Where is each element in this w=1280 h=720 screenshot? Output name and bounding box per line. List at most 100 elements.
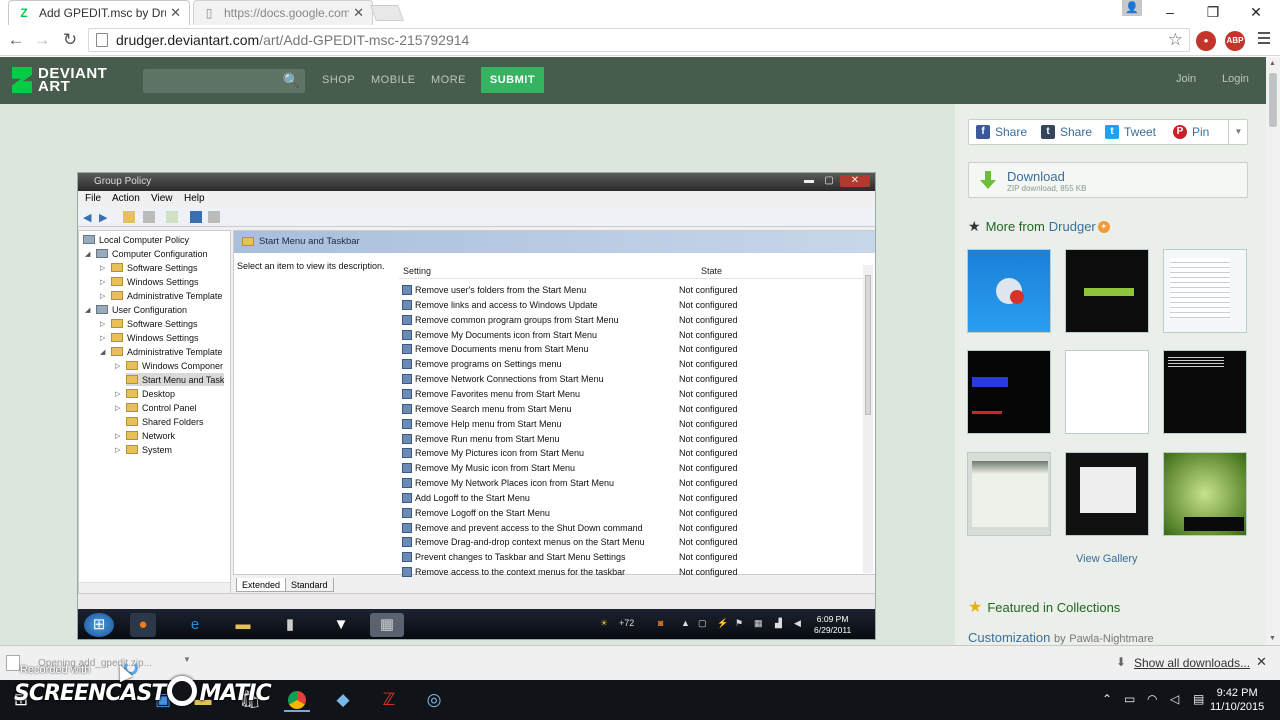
download-button[interactable]: Download ZIP download, 855 KB xyxy=(968,162,1248,198)
policy-setting: Remove Drag-and-drop context menus on th… xyxy=(415,537,645,548)
policy-row: Remove Help menu from Start Menu Not conf… xyxy=(402,417,738,431)
tree-item: ▷ System xyxy=(115,444,173,455)
policy-state: Not configured xyxy=(679,567,738,578)
close-window-button[interactable]: ✕ xyxy=(1236,2,1276,22)
gp-menu-help: Help xyxy=(184,193,205,204)
gallery-thumb-8[interactable] xyxy=(1065,452,1149,536)
gallery-thumb-7[interactable] xyxy=(967,452,1051,536)
folder-icon xyxy=(111,291,123,300)
adblock-icon[interactable]: ABP xyxy=(1225,31,1245,51)
policy-state: Not configured xyxy=(679,537,738,548)
address-bar[interactable]: drudger.deviantart.com/art/Add-GPEDIT-ms… xyxy=(88,28,1190,52)
chrome-menu-icon[interactable] xyxy=(1258,32,1270,47)
premium-badge-icon: ✦ xyxy=(1097,220,1110,233)
profile-icon[interactable]: 👤 xyxy=(1122,0,1142,16)
bookmark-star-icon[interactable]: ☆ xyxy=(1168,30,1183,50)
policy-icon xyxy=(402,552,412,563)
restore-button[interactable]: ❐ xyxy=(1193,2,1233,22)
policy-state: Not configured xyxy=(679,314,738,325)
pin-button[interactable]: P Pin xyxy=(1173,125,1209,139)
extension-icon[interactable]: ● xyxy=(1196,31,1216,51)
site-search-input[interactable]: 🔍 xyxy=(143,69,305,93)
taskbar-clock[interactable]: 9:42 PM 11/10/2015 xyxy=(1210,686,1264,714)
battery-icon[interactable]: ▭ xyxy=(1124,692,1135,706)
policy-setting: Remove Favorites menu from Start Menu xyxy=(415,388,581,399)
gallery-thumb-6[interactable] xyxy=(1163,350,1247,434)
tree-item: ▷ Windows Settings xyxy=(100,276,199,287)
scroll-down-icon[interactable]: ▼ xyxy=(1269,635,1276,642)
tab-google-docs[interactable]: ▯ https://docs.google.com/ ✕ xyxy=(193,0,373,25)
tree-item: ▷ Windows Componer xyxy=(115,360,224,371)
acrobat-icon[interactable]: ℤ xyxy=(376,688,402,712)
chrome-taskbar-icon[interactable] xyxy=(284,688,310,712)
policy-state: Not configured xyxy=(679,344,738,355)
tray-icon: ▢ xyxy=(698,618,707,628)
gallery-thumb-3[interactable] xyxy=(1163,249,1247,333)
nav-more[interactable]: MORE xyxy=(431,74,466,86)
gp-menubar: File Action View Help xyxy=(78,191,875,207)
policy-icon xyxy=(402,344,412,355)
notifications-icon[interactable]: ▤ xyxy=(1193,692,1204,706)
view-gallery-link[interactable]: View Gallery xyxy=(1076,553,1138,565)
search-icon[interactable]: 🔍 xyxy=(283,72,300,89)
login-link[interactable]: Login xyxy=(1222,73,1249,85)
gallery-thumb-1[interactable] xyxy=(967,249,1051,333)
share-more-dropdown[interactable]: ▼ xyxy=(1228,119,1248,145)
reload-button[interactable]: ↻ xyxy=(59,29,81,51)
minimize-button[interactable]: – xyxy=(1150,2,1190,22)
gallery-thumb-9[interactable] xyxy=(1163,452,1247,536)
gp-export-icon xyxy=(166,211,178,223)
download-options-icon[interactable]: ▼ xyxy=(183,655,191,664)
gp-pane-header: Start Menu and Taskbar xyxy=(234,231,875,253)
author-link[interactable]: Drudger xyxy=(1049,219,1096,234)
volume-icon[interactable]: ◁ xyxy=(1170,692,1179,706)
collection-link[interactable]: Customization by Pawla-Nightmare xyxy=(968,630,1154,645)
tree-item: ▷ Software Settings xyxy=(100,262,198,273)
tweet-button[interactable]: t Tweet xyxy=(1105,125,1156,139)
scroll-thumb[interactable] xyxy=(1269,73,1277,127)
policy-icon xyxy=(402,418,412,429)
close-tab-icon[interactable]: ✕ xyxy=(353,5,364,21)
close-tab-icon[interactable]: ✕ xyxy=(170,5,181,21)
close-shelf-icon[interactable]: ✕ xyxy=(1256,654,1267,670)
back-button[interactable]: ← xyxy=(5,29,27,51)
policy-icon xyxy=(402,537,412,548)
tab-title: https://docs.google.com/ xyxy=(224,6,350,20)
gallery-thumb-4[interactable] xyxy=(967,350,1051,434)
nav-mobile[interactable]: MOBILE xyxy=(371,74,416,86)
app-icon[interactable]: ◆ xyxy=(330,688,356,712)
scroll-up-icon[interactable]: ▲ xyxy=(1269,60,1276,67)
policy-row: Remove My Documents icon from Start Menu… xyxy=(402,328,738,342)
join-link[interactable]: Join xyxy=(1176,73,1196,85)
show-all-downloads-link[interactable]: Show all downloads... xyxy=(1134,656,1250,670)
policy-state: Not configured xyxy=(679,448,738,459)
facebook-share-button[interactable]: f Share xyxy=(976,125,1027,139)
column-state: State xyxy=(701,266,723,276)
policy-icon xyxy=(402,478,412,489)
tab-deviantart[interactable]: Z Add GPEDIT.msc by Drudg ✕ xyxy=(8,0,190,25)
tab-extended: Extended xyxy=(236,578,287,592)
page-icon xyxy=(96,33,108,47)
collapse-icon: ◢ xyxy=(85,306,91,314)
tumblr-share-button[interactable]: t Share xyxy=(1041,125,1092,139)
tree-item: ◢ Administrative Template xyxy=(100,346,223,357)
expand-icon: ▷ xyxy=(100,292,106,300)
deviantart-logo[interactable]: DEVIANT ART xyxy=(12,66,107,94)
collection-author[interactable]: Pawla-Nightmare xyxy=(1069,633,1153,645)
tray-up-icon[interactable]: ⌃ xyxy=(1102,692,1112,706)
page-scrollbar[interactable]: ▲ ▼ xyxy=(1266,57,1280,645)
gallery-thumb-5[interactable] xyxy=(1065,350,1149,434)
forward-button[interactable]: → xyxy=(31,29,53,51)
flag-icon: ⚑ xyxy=(735,618,744,628)
deviation-image[interactable]: Group Policy ▬ ▢ ✕ File Action View Help… xyxy=(77,172,876,640)
policy-state: Not configured xyxy=(679,478,738,489)
folder-icon xyxy=(126,445,138,454)
submit-button[interactable]: SUBMIT xyxy=(481,67,544,93)
new-tab-button[interactable] xyxy=(370,5,404,21)
policy-icon xyxy=(402,567,412,578)
nav-shop[interactable]: SHOP xyxy=(322,74,355,86)
screencast-app-icon[interactable]: ◎ xyxy=(421,688,447,712)
wifi-icon[interactable]: ◠ xyxy=(1147,692,1157,706)
start-orb-icon: ⊞ xyxy=(84,613,114,637)
gallery-thumb-2[interactable] xyxy=(1065,249,1149,333)
